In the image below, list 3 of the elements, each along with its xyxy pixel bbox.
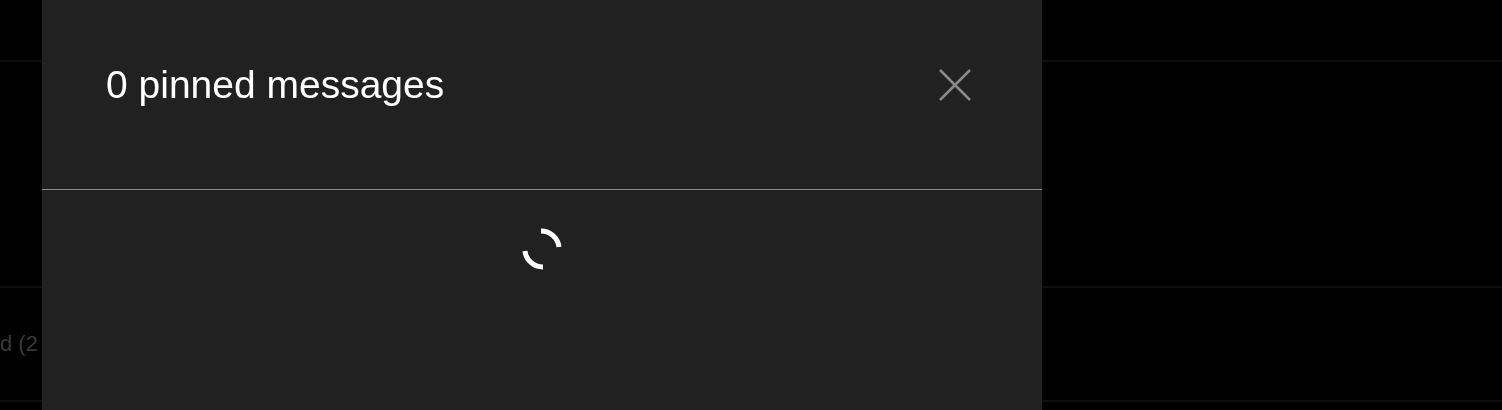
close-button[interactable] (938, 68, 972, 102)
panel-title: 0 pinned messages (106, 63, 445, 107)
row-text: d (2 (0, 331, 38, 357)
